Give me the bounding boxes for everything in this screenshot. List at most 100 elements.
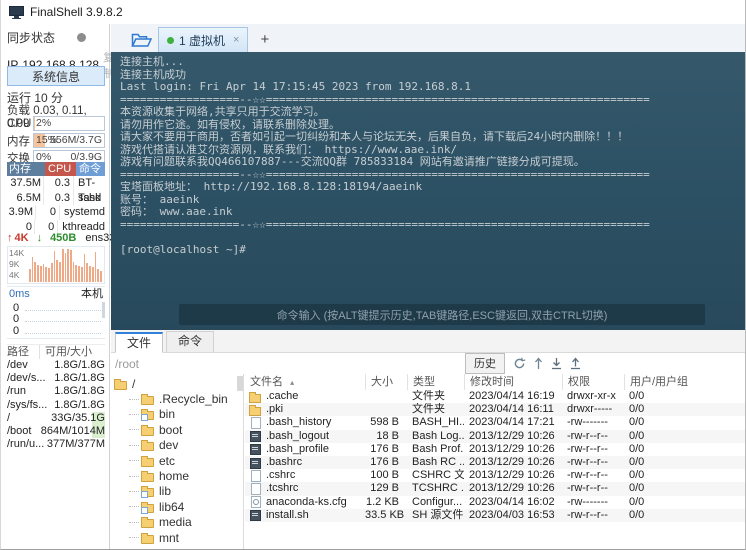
disk-table-header[interactable]: 路径 可用/大小 xyxy=(7,344,105,359)
col-mtime[interactable]: 修改时间 xyxy=(464,374,562,390)
disk-row[interactable]: /sys/fs... 1.8G/1.8G xyxy=(7,399,105,412)
tree-item[interactable]: dev xyxy=(111,438,243,453)
terminal-line: 宝塔面板地址： http://192.168.8.128:18194/aaein… xyxy=(120,181,736,194)
file-row[interactable]: .cshrc 100 B CSHRC 文... 2013/12/29 10:26… xyxy=(245,469,745,482)
tree-connector xyxy=(129,429,139,430)
file-table-header[interactable]: 文件名 ▴ 大小 类型 修改时间 权限 用户/用户组 xyxy=(245,374,745,390)
path-input[interactable]: /root xyxy=(115,357,139,371)
tree-item[interactable]: / xyxy=(111,376,243,391)
file-size: 33.5 KB xyxy=(365,509,407,522)
col-type[interactable]: 类型 xyxy=(407,374,464,390)
tree-item[interactable]: home xyxy=(111,468,243,483)
file-mtime: 2013/12/29 10:26 xyxy=(464,456,562,469)
open-connections-button[interactable] xyxy=(131,32,152,48)
file-type-icon xyxy=(249,391,262,403)
disk-path: /dev xyxy=(7,359,47,372)
ping-target[interactable]: 本机 xyxy=(81,288,103,301)
terminal-line: 游戏代搭请认准艾尔资源网，联系我们： https://www.aae.ink/ xyxy=(120,144,736,157)
process-col-mem[interactable]: 内存 xyxy=(7,162,45,176)
file-type: 文件夹 xyxy=(407,403,464,416)
process-col-cmd[interactable]: 命令 xyxy=(76,162,105,176)
file-row[interactable]: .bash_logout 18 B Bash Log... 2013/12/29… xyxy=(245,430,745,443)
tree-item[interactable]: bin xyxy=(111,407,243,422)
terminal[interactable]: 连接主机...连接主机成功Last login: Fri Apr 14 17:1… xyxy=(111,52,745,330)
disk-size: 377M/377M xyxy=(47,438,105,451)
network-bar xyxy=(45,267,47,282)
tree-item[interactable]: mnt xyxy=(111,530,243,545)
col-size[interactable]: 大小 xyxy=(365,374,407,390)
disk-path: /boot xyxy=(7,425,41,438)
disk-row[interactable]: / 33G/35.1G xyxy=(7,412,105,425)
session-tab[interactable]: 1 虚拟机 × xyxy=(158,27,248,52)
process-row[interactable]: 37.5M 0.3 BT-Task xyxy=(7,176,105,191)
process-cmd: systemd xyxy=(60,205,105,220)
file-row[interactable]: install.sh 33.5 KB SH 源文件 2023/04/03 16:… xyxy=(245,509,745,522)
file-type: 文件夹 xyxy=(407,390,464,403)
tab-command[interactable]: 命令 xyxy=(166,331,214,352)
disk-row[interactable]: /run 1.8G/1.8G xyxy=(7,385,105,398)
network-bar xyxy=(51,263,53,282)
file-mtime: 2013/12/29 10:26 xyxy=(464,482,562,495)
tree-item[interactable]: lib xyxy=(111,484,243,499)
process-col-cpu[interactable]: CPU xyxy=(45,162,76,176)
tree-item[interactable]: lib64 xyxy=(111,499,243,514)
process-row[interactable]: 3.9M 0 systemd xyxy=(7,205,105,220)
file-row[interactable]: .tcshrc 129 B TCSHRC ... 2013/12/29 10:2… xyxy=(245,482,745,495)
process-row[interactable]: 6.5M 0.3 sshd xyxy=(7,191,105,206)
file-perm: -rw-r--r-- xyxy=(562,430,624,443)
tree-connector xyxy=(129,522,139,523)
disk-row[interactable]: /boot 864M/1014M xyxy=(7,425,105,438)
col-filename[interactable]: 文件名 ▴ xyxy=(245,374,365,390)
tree-item[interactable]: etc xyxy=(111,453,243,468)
tree-item[interactable]: boot xyxy=(111,422,243,437)
file-size: 100 B xyxy=(365,469,407,482)
terminal-line: 连接主机... xyxy=(120,56,736,69)
col-perm[interactable]: 权限 xyxy=(562,374,624,390)
close-tab-icon[interactable]: × xyxy=(233,34,239,46)
ping-scrollbar[interactable] xyxy=(102,302,105,318)
file-name: .cache xyxy=(266,390,298,403)
network-bar xyxy=(32,257,34,282)
process-table-header[interactable]: 内存 CPU 命令 xyxy=(7,162,105,176)
tree-item[interactable]: media xyxy=(111,515,243,530)
command-input[interactable]: 命令输入 (按ALT键提示历史,TAB键路径,ESC键返回,双击CTRL切换) xyxy=(179,304,705,325)
system-info-button[interactable]: 系统信息 xyxy=(7,66,105,86)
terminal-line: 本资源收集于网络,共享只用于交流学习。 xyxy=(120,106,736,119)
file-row[interactable]: .bash_profile 176 B Bash Prof... 2013/12… xyxy=(245,443,745,456)
network-bar xyxy=(75,265,77,282)
ping-latency: 0ms xyxy=(9,288,30,301)
network-bar xyxy=(84,254,86,282)
up-directory-icon[interactable] xyxy=(534,357,543,370)
file-row[interactable]: .cache 文件夹 2023/04/14 16:19 drwxr-xr-x 0… xyxy=(245,390,745,403)
tree-item[interactable]: .Recycle_bin xyxy=(111,391,243,406)
tree-item-label: bin xyxy=(159,407,175,421)
download-icon[interactable] xyxy=(551,357,562,370)
file-size: 598 B xyxy=(365,416,407,429)
disk-row[interactable]: /dev/s... 1.8G/1.8G xyxy=(7,372,105,385)
tree-item-label: lib64 xyxy=(159,500,184,514)
disk-size: 1.8G/1.8G xyxy=(47,359,105,372)
disk-row[interactable]: /run/u... 377M/377M xyxy=(7,438,105,451)
file-row[interactable]: anaconda-ks.cfg 1.2 KB Configur... 2023/… xyxy=(245,496,745,509)
file-row[interactable]: .bashrc 176 B Bash RC ... 2013/12/29 10:… xyxy=(245,456,745,469)
file-mtime: 2023/04/14 16:11 xyxy=(464,403,562,416)
upload-icon[interactable] xyxy=(570,357,581,370)
meter-label: 内存 xyxy=(7,133,33,149)
file-type: Bash RC ... xyxy=(407,456,464,469)
folder-icon xyxy=(141,439,155,451)
col-owner[interactable]: 用户/用户组 xyxy=(624,374,745,390)
file-row[interactable]: .bash_history 598 B BASH_HI... 2023/04/1… xyxy=(245,416,745,429)
file-row[interactable]: .pki 文件夹 2023/04/14 16:11 drwxr----- 0/0 xyxy=(245,403,745,416)
add-tab-button[interactable]: + xyxy=(260,34,269,46)
disk-row[interactable]: /dev 1.8G/1.8G xyxy=(7,359,105,372)
refresh-icon[interactable] xyxy=(513,357,526,370)
tab-files[interactable]: 文件 xyxy=(115,332,163,353)
file-owner: 0/0 xyxy=(624,390,745,403)
file-panel: 文件 命令 /root 历史 xyxy=(111,330,745,549)
file-perm: -rw------- xyxy=(562,496,624,509)
tree-item-label: / xyxy=(132,377,135,391)
history-button[interactable]: 历史 xyxy=(465,353,505,374)
command-input-hint: 命令输入 (按ALT键提示历史,TAB键路径,ESC键返回,双击CTRL切换) xyxy=(277,307,608,323)
file-owner: 0/0 xyxy=(624,482,745,495)
tree-scrollbar[interactable] xyxy=(237,376,243,391)
